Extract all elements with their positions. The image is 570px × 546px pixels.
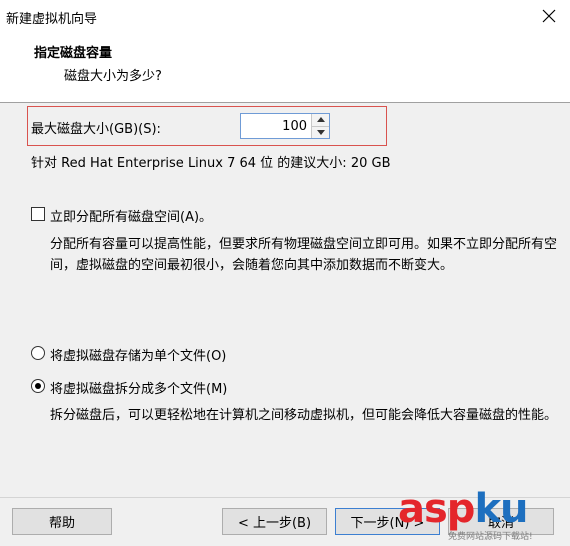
disk-size-label: 最大磁盘大小(GB)(S): [31,122,161,137]
page-title: 指定磁盘容量 [34,46,113,61]
disk-size-spinner[interactable] [240,113,330,139]
page-subtitle: 磁盘大小为多少? [64,69,162,84]
split-files-radio[interactable] [31,379,45,393]
split-files-label[interactable]: 将虚拟磁盘拆分成多个文件(M) [50,378,227,397]
back-button[interactable]: < 上一步(B) [222,508,327,535]
spinner-up-button[interactable] [312,114,329,126]
spinner-arrows [311,114,329,138]
footer-divider [0,497,570,498]
title-bar: 新建虚拟机向导 [0,0,570,33]
close-icon [542,9,556,23]
single-file-label[interactable]: 将虚拟磁盘存储为单个文件(O) [50,345,226,364]
cancel-button[interactable]: 取消 [448,508,554,535]
help-button[interactable]: 帮助 [12,508,112,535]
allocate-now-label[interactable]: 立即分配所有磁盘空间(A)。 [50,206,212,225]
single-file-radio[interactable] [31,346,45,360]
close-button[interactable] [538,5,560,27]
split-description: 拆分磁盘后，可以更轻松地在计算机之间移动虚拟机，但可能会降低大容量磁盘的性能。 [50,408,558,423]
spinner-down-button[interactable] [312,125,329,138]
next-button[interactable]: 下一步(N) > [335,508,440,535]
chevron-up-icon [316,117,325,123]
disk-size-input[interactable] [241,114,311,138]
window-title: 新建虚拟机向导 [6,12,98,27]
disk-size-recommendation: 针对 Red Hat Enterprise Linux 7 64 位 的建议大小… [31,156,391,171]
chevron-down-icon [316,129,325,135]
wizard-header: 指定磁盘容量 磁盘大小为多少? [0,33,570,103]
allocate-description: 分配所有容量可以提高性能，但要求所有物理磁盘空间立即可用。如果不立即分配所有空间… [50,237,558,273]
allocate-now-checkbox[interactable] [31,207,45,221]
